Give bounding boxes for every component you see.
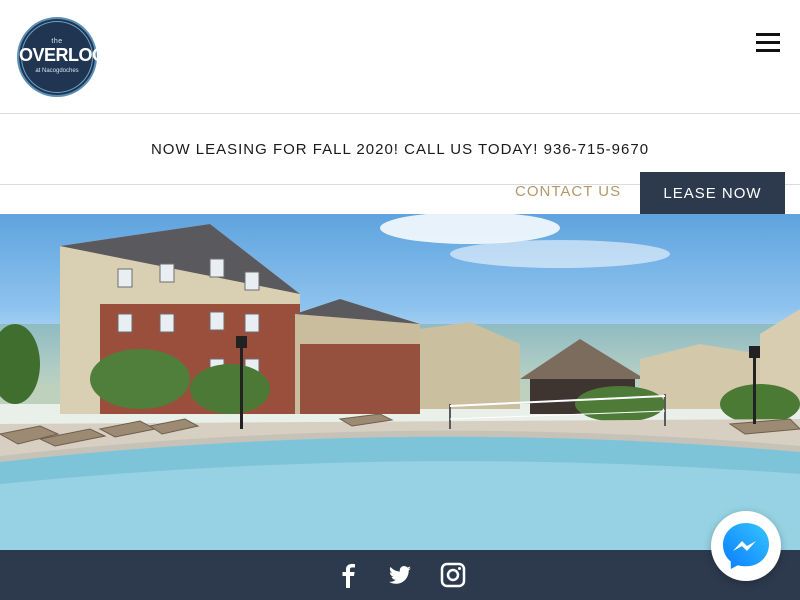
messenger-chat-button[interactable] (711, 511, 781, 581)
hamburger-menu-icon[interactable] (754, 31, 782, 55)
instagram-icon[interactable] (440, 562, 466, 588)
twitter-icon[interactable] (387, 562, 413, 588)
site-footer (0, 550, 800, 600)
logo-place: at Nacogdoches (35, 68, 79, 74)
facebook-icon[interactable] (335, 562, 361, 588)
messenger-icon (723, 523, 769, 569)
lease-now-button[interactable]: LEASE NOW (640, 172, 785, 215)
logo-name: OVERLOOK (19, 45, 119, 65)
site-header: the OVERLOOK at Nacogdoches (0, 0, 800, 114)
site-logo[interactable]: the OVERLOOK at Nacogdoches (17, 17, 119, 97)
contact-us-link[interactable]: CONTACT US (515, 183, 621, 205)
logo-the: the (51, 38, 63, 45)
apartment-pool-photo (0, 214, 800, 550)
